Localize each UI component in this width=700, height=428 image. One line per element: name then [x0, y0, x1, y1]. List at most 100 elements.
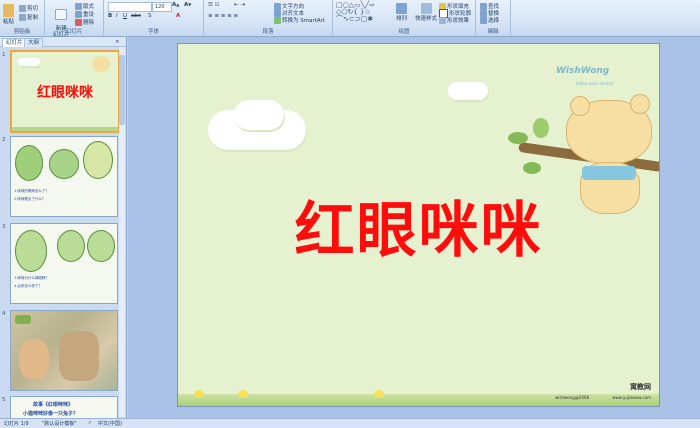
leaf-image — [533, 118, 549, 138]
animals-image — [83, 141, 113, 179]
bear-ear-image — [630, 94, 650, 114]
copy-icon — [19, 14, 26, 21]
shapes-gallery[interactable]: □○△▭╲╱⇨ ◇⬠↻{ }☆ ⌒∿⊂⊃▢✱ — [336, 2, 375, 23]
strikethrough-button[interactable]: abc — [131, 13, 141, 19]
cloud-image — [18, 58, 40, 66]
bear-shirt-image — [582, 166, 636, 180]
scissors-icon — [19, 5, 26, 12]
chick-image — [194, 390, 204, 398]
quick-styles-button[interactable]: 快速样式 — [415, 3, 437, 22]
arrange-icon — [396, 3, 407, 14]
rabbit-image — [15, 145, 43, 181]
paste-icon — [3, 4, 14, 17]
scrollbar-thumb[interactable] — [119, 55, 125, 125]
shrink-font-button[interactable]: A▼ — [184, 2, 191, 8]
copy-button[interactable]: 复制 — [19, 13, 38, 21]
slide-number: 2 — [2, 137, 6, 143]
slides-label: 幻灯片 — [65, 29, 83, 35]
slides-panel: 幻灯片 大纲 × 1 红眼咪咪 2 1.咪咪的眼睛怎么了？ 2.咪咪看见了什么？… — [0, 37, 127, 419]
clipboard-group: 粘贴 剪切 复制 剪贴板 — [0, 0, 45, 36]
thumb-text: 1.咪咪的眼睛怎么了？ — [14, 189, 49, 193]
smartart-button[interactable]: 转换为 SmartArt — [274, 16, 325, 24]
close-icon[interactable]: × — [112, 38, 123, 46]
animals-image — [87, 230, 115, 262]
child-image — [19, 339, 49, 379]
children-image — [59, 331, 99, 381]
font-size-select[interactable]: 120 — [152, 2, 172, 12]
reset-icon — [75, 11, 82, 18]
slide-thumbnail-5[interactable]: 故事《红眼咪咪》 小猫咪咪好像一只兔子？ — [10, 396, 118, 419]
delete-button[interactable]: 删除 — [75, 18, 94, 26]
panel-tabs: 幻灯片 大纲 × — [0, 37, 126, 47]
quick-styles-icon — [420, 3, 432, 14]
footer-left: wishwong@2008 — [555, 395, 589, 400]
spellcheck-icon[interactable]: ✓ — [88, 420, 92, 426]
chick-image — [238, 390, 248, 398]
chick-image — [374, 390, 384, 398]
select-button[interactable]: 选择 — [480, 16, 499, 24]
thumb-title: 红眼咪咪 — [37, 85, 93, 101]
leaf-image — [508, 132, 528, 144]
logo-tagline: follow your dream! — [576, 81, 614, 86]
cat-crying-image — [15, 230, 47, 272]
font-group: 120 A▲ A▼ B I U abc S A 字体 — [104, 0, 204, 36]
paste-button[interactable]: 粘贴 — [3, 4, 15, 25]
font-color-button[interactable]: A — [176, 13, 180, 19]
effects-icon — [439, 17, 446, 24]
leaf-image — [523, 162, 541, 174]
font-name-select[interactable] — [108, 2, 152, 12]
new-slide-icon — [55, 9, 68, 20]
thumb-text: 故事《红眼咪咪》 — [33, 402, 74, 408]
cat-image — [57, 230, 85, 262]
slide-thumbnail-2[interactable]: 1.咪咪的眼睛怎么了？ 2.咪咪看见了什么？ — [10, 136, 118, 217]
grow-font-button[interactable]: A▲ — [172, 2, 179, 8]
ribbon: 粘贴 剪切 复制 剪贴板 新建 幻灯片 版式 重设 删除 幻灯片 120 A▲ … — [0, 0, 700, 38]
thumb-text: 4.后来怎么样了？ — [14, 284, 42, 288]
shape-effects-button[interactable]: 形状效果 — [439, 16, 469, 24]
slide-thumbnail-1[interactable]: 红眼咪咪 — [10, 50, 120, 133]
slide[interactable]: WishWong follow your dream! 红眼咪咪 寓教网 www… — [177, 43, 660, 407]
tab-outline[interactable]: 大纲 — [24, 38, 44, 47]
cloud-image — [448, 82, 488, 100]
cloud-image — [234, 100, 284, 130]
reset-button[interactable]: 重设 — [75, 10, 94, 18]
paragraph-group: ☰ ☷ ⇤ ⇥ ≡ ≡ ≡ ≡ ≡ 文字方向 对齐文本 转换为 SmartArt… — [204, 0, 333, 36]
layout-icon — [75, 3, 82, 10]
slide-number: 1 — [2, 52, 6, 58]
panel-scrollbar[interactable] — [119, 47, 125, 417]
slide-title[interactable]: 红眼咪咪 — [178, 182, 659, 269]
underline-button[interactable]: U — [123, 13, 127, 19]
layout-button[interactable]: 版式 — [75, 2, 94, 10]
slide-thumbnail-3[interactable]: 3.咪咪为什么揉眼睛？ 4.后来怎么样了？ — [10, 223, 118, 304]
tab-slides[interactable]: 幻灯片 — [2, 38, 27, 47]
bullets-button[interactable]: ☰ ☷ — [208, 2, 220, 8]
paragraph-label: 段落 — [262, 29, 274, 35]
cursor-icon — [480, 17, 487, 24]
cat-image — [49, 149, 79, 179]
shadow-button[interactable]: S — [148, 13, 152, 19]
footer-cn: 寓教网 — [630, 383, 651, 391]
thumb-text: 小猫咪咪好像一只兔子？ — [23, 411, 79, 417]
arrange-button[interactable]: 排列 — [396, 3, 407, 22]
slide-canvas: WishWong follow your dream! 红眼咪咪 寓教网 www… — [128, 37, 700, 418]
delete-icon — [75, 19, 82, 26]
grass-image — [12, 127, 118, 131]
indent-buttons[interactable]: ⇤ ⇥ — [234, 2, 245, 8]
logo: WishWong — [556, 66, 610, 76]
align-buttons[interactable]: ≡ ≡ ≡ ≡ ≡ — [208, 13, 238, 19]
bold-button[interactable]: B — [108, 13, 112, 19]
theme-name: "默认设计模板" — [42, 421, 77, 427]
badge-image — [15, 315, 31, 324]
smartart-icon — [274, 17, 281, 24]
italic-button[interactable]: I — [116, 13, 118, 19]
cut-button[interactable]: 剪切 — [19, 4, 38, 12]
clipboard-label: 剪贴板 — [13, 29, 31, 35]
drawing-group: □○△▭╲╱⇨ ◇⬠↻{ }☆ ⌒∿⊂⊃▢✱ 排列 快速样式 形状填充 形状轮廓 形… — [333, 0, 476, 36]
drawing-label: 绘图 — [398, 29, 410, 35]
editing-label: 编辑 — [487, 29, 499, 35]
slide-thumbnail-4[interactable] — [10, 310, 118, 391]
thumb-text: 2.咪咪看见了什么？ — [14, 197, 46, 201]
language[interactable]: 中文(中国) — [98, 420, 122, 427]
font-label: 字体 — [147, 29, 159, 35]
thumb-text: 3.咪咪为什么揉眼睛？ — [14, 276, 49, 280]
